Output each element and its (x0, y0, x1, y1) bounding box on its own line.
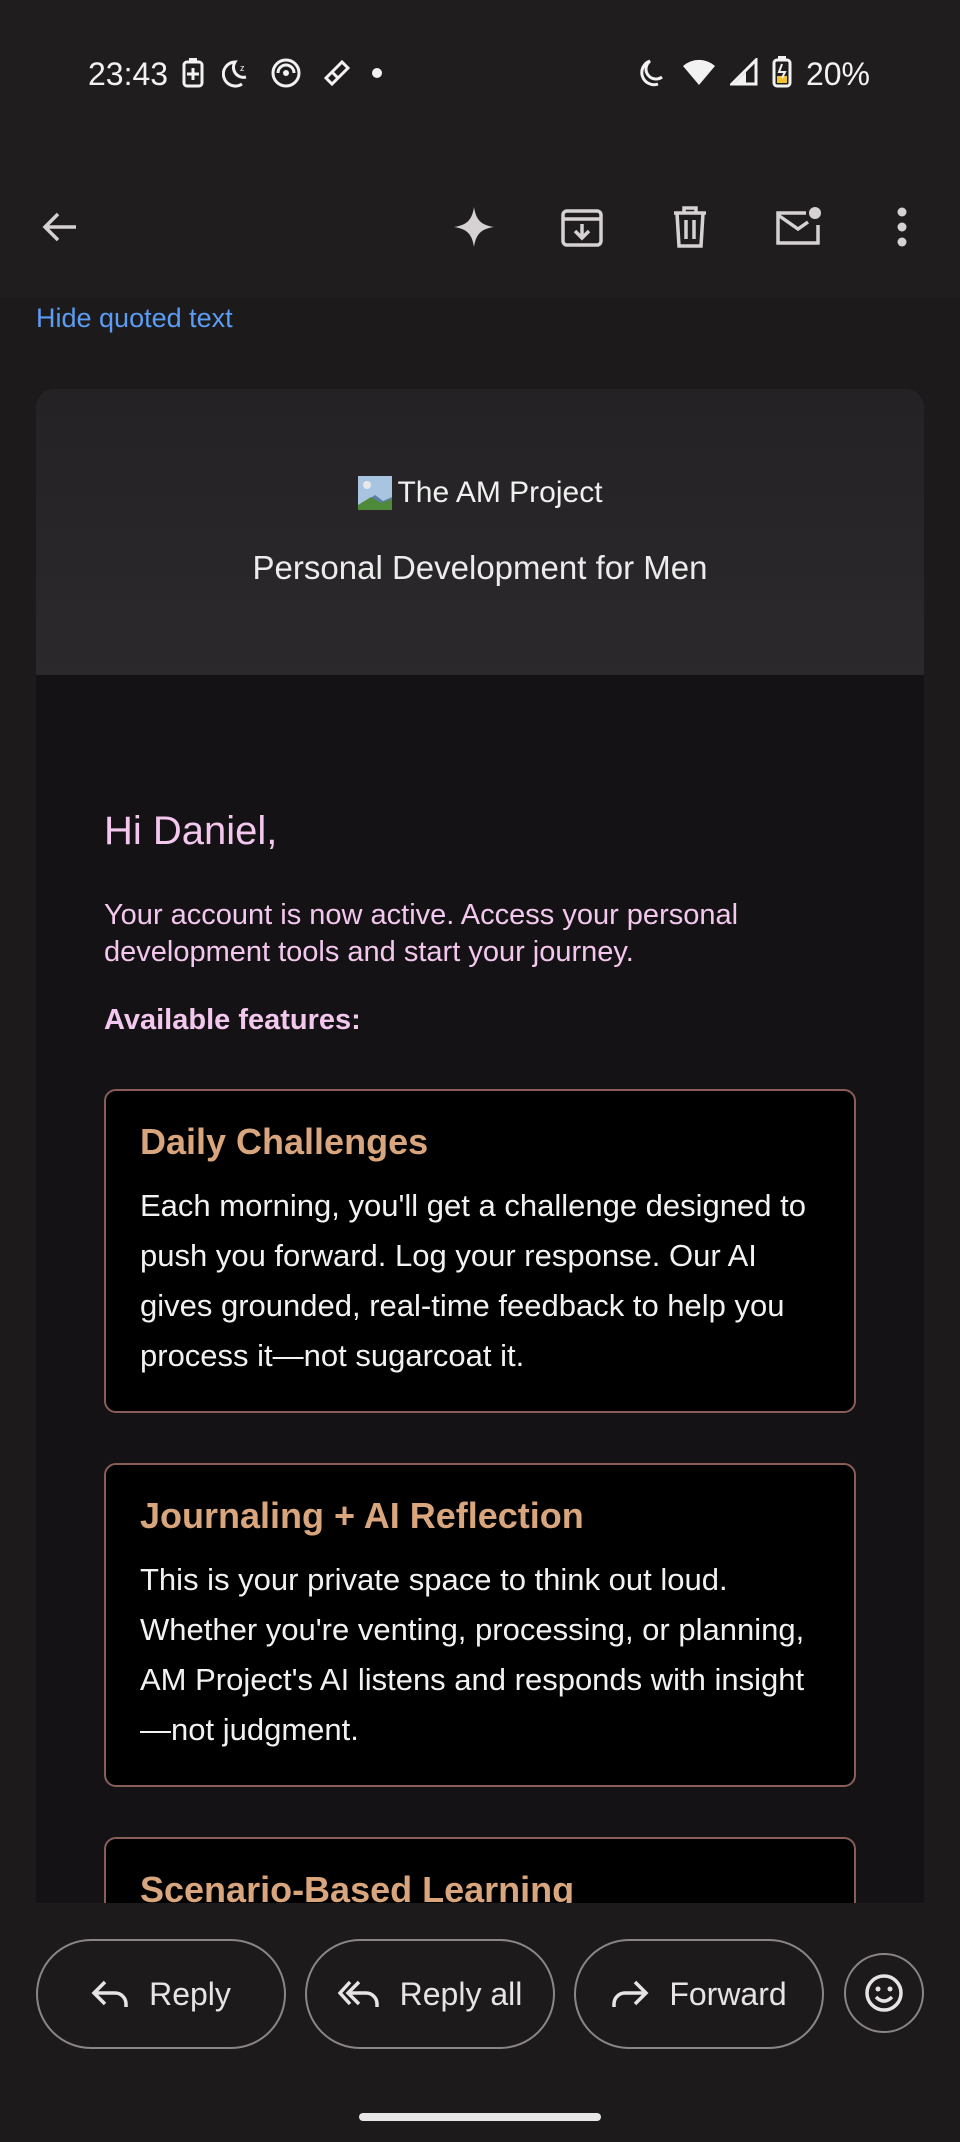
wifi-icon (682, 58, 716, 91)
greeting-heading: Hi Daniel, (104, 809, 278, 853)
mark-unread-button[interactable] (762, 191, 834, 263)
email-content[interactable]: Hide quoted text The AM Project Personal… (0, 297, 960, 1903)
gemini-summarize-button[interactable] (438, 191, 510, 263)
feature-title: Journaling + AI Reflection (140, 1495, 584, 1536)
status-system-icons: 20% (638, 56, 870, 93)
reply-all-label: Reply all (399, 1975, 523, 2012)
trash-icon (674, 206, 706, 248)
status-notification-icons: z (182, 58, 384, 93)
forward-button[interactable]: Forward (574, 1939, 824, 2049)
ticket-icon (322, 58, 352, 93)
sparkle-icon (454, 207, 494, 247)
broken-image-icon (357, 475, 393, 511)
feature-card-daily-challenges: Daily Challenges Each morning, you'll ge… (104, 1089, 856, 1413)
emoji-reaction-button[interactable] (844, 1953, 924, 2033)
feature-card-scenario-learning: Scenario-Based Learning (104, 1837, 856, 1903)
bedtime-icon: z (221, 58, 252, 93)
battery-saver-icon (182, 58, 204, 93)
svg-text:z: z (240, 63, 245, 73)
cell-signal-icon (728, 56, 758, 91)
home-indicator[interactable] (359, 2113, 601, 2121)
back-button[interactable] (24, 191, 96, 263)
features-label: Available features: (104, 1004, 361, 1036)
battery-percentage: 20% (805, 56, 870, 92)
battery-icon (772, 56, 792, 93)
intro-paragraph: Your account is now active. Access your … (104, 899, 739, 968)
feature-card-journaling: Journaling + AI Reflection This is your … (104, 1463, 856, 1787)
reply-all-button[interactable]: Reply all (305, 1939, 555, 2049)
arrow-back-icon (42, 212, 76, 242)
feature-title: Daily Challenges (140, 1121, 429, 1162)
reply-label: Reply (149, 1975, 231, 2012)
reply-action-bar: Reply Reply all Forward (0, 1903, 960, 2142)
brand-tagline: Personal Development for Men (252, 549, 708, 586)
do-not-disturb-moon-icon (638, 57, 668, 92)
app-notification-icon (270, 58, 304, 93)
notification-dot-icon (370, 58, 384, 93)
brand-logo: The AM Project (36, 475, 924, 511)
archive-button[interactable] (546, 191, 618, 263)
status-time: 23:43 (88, 56, 169, 92)
more-options-button[interactable] (866, 191, 938, 263)
hide-quoted-text-link[interactable]: Hide quoted text (36, 303, 233, 334)
smiley-icon (865, 1974, 903, 2012)
feature-description: Each morning, you'll get a challenge des… (140, 1188, 806, 1373)
status-bar: 23:43 z 20% (0, 0, 960, 155)
reply-button[interactable]: Reply (36, 1939, 286, 2049)
mail-unread-icon (776, 207, 821, 245)
forward-icon (612, 1980, 649, 2007)
reply-all-icon (337, 1980, 379, 2007)
email-body-card: The AM Project Personal Development for … (36, 389, 924, 1903)
reply-icon (91, 1980, 128, 2007)
feature-title: Scenario-Based Learning (140, 1869, 575, 1903)
archive-icon (561, 209, 603, 247)
forward-label: Forward (669, 1975, 787, 2012)
delete-button[interactable] (654, 191, 726, 263)
more-vert-icon (897, 207, 907, 247)
email-toolbar (0, 155, 960, 297)
logo-alt-text: The AM Project (397, 476, 603, 509)
feature-description: This is your private space to think out … (140, 1562, 805, 1747)
email-banner: The AM Project Personal Development for … (36, 389, 924, 675)
